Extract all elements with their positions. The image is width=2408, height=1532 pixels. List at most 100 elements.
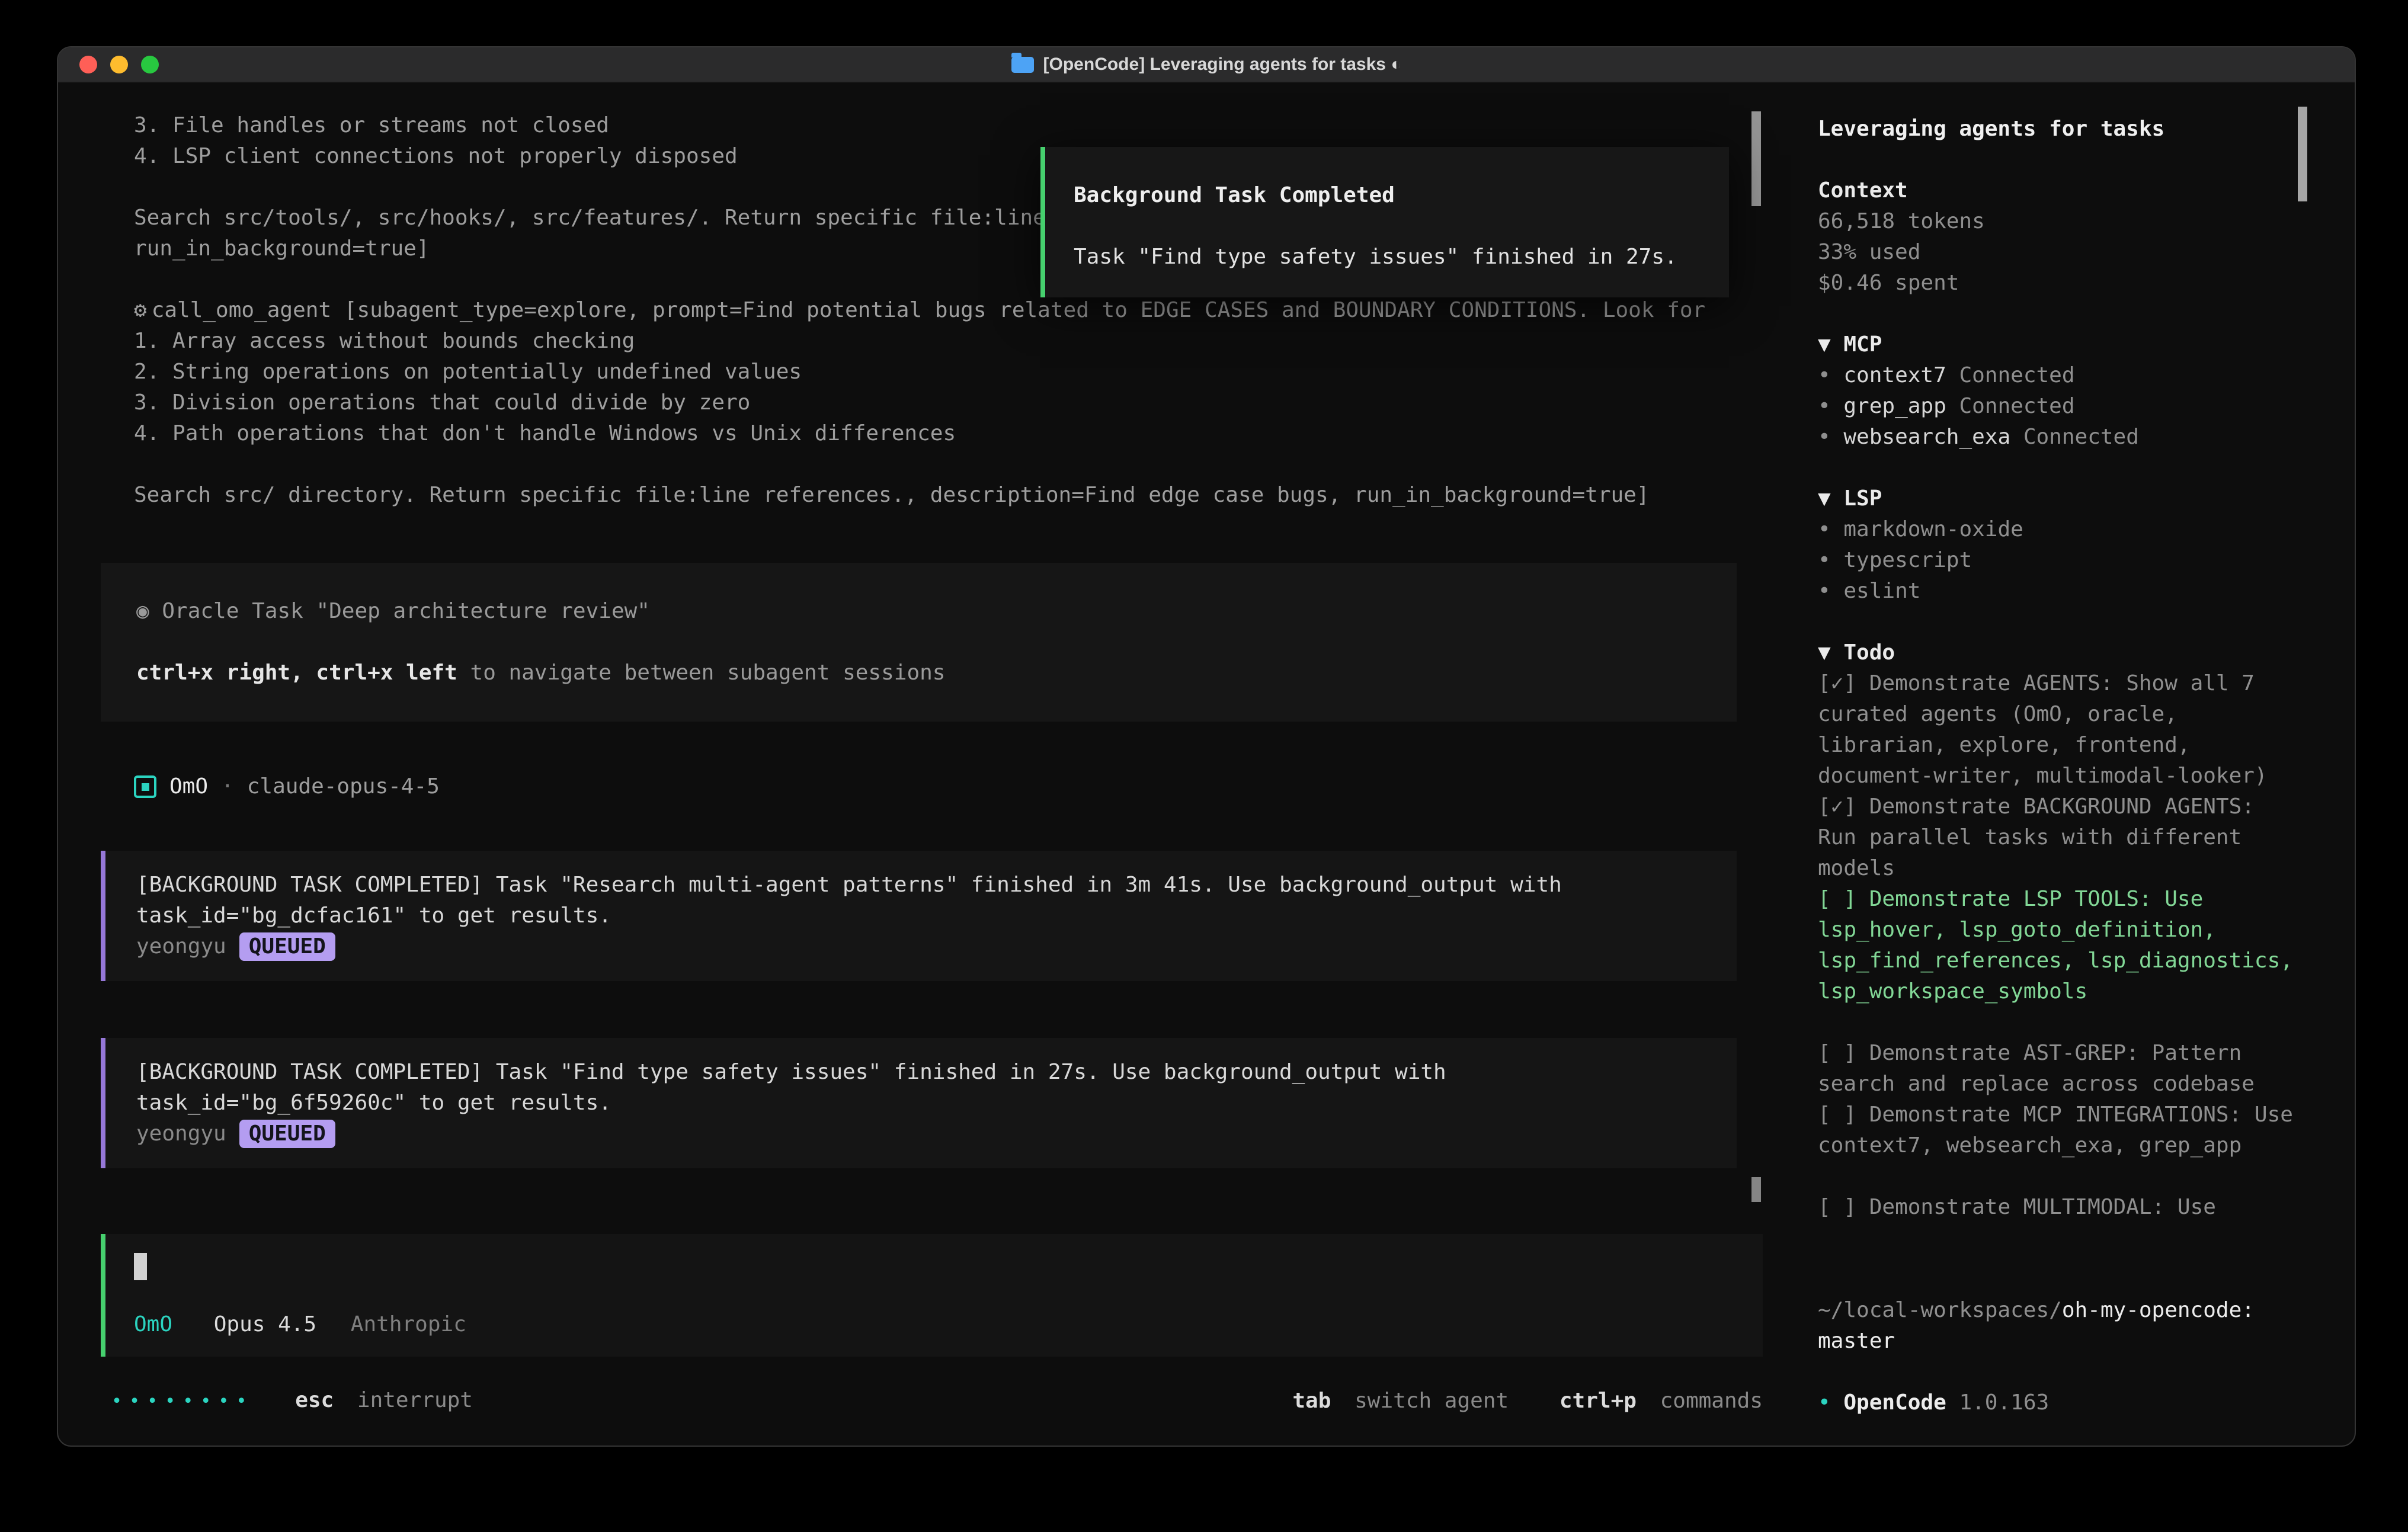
todo-checkbox: [ ] [1818,1102,1856,1127]
lsp-server-name: typescript [1843,548,1972,572]
tool-call-details: 1. Array access without bounds checking2… [101,326,1737,449]
tool-call-detail-line: 2. String operations on potentially unde… [134,357,1737,387]
context-heading: Context [1818,175,2299,206]
context-spent: $0.46 spent [1818,268,2299,299]
agent-name: OmO [169,771,208,802]
separator-dot: · [221,771,234,802]
model-provider-label: Anthropic [351,1312,466,1337]
folder-icon [1011,57,1034,73]
lsp-server-item: • typescript [1818,545,2299,576]
navigation-shortcut-keys: ctrl+x right, ctrl+x left [136,661,457,685]
status-bar: •••••••• esc interrupt tab switch agent … [58,1357,1795,1446]
workspace-repo-name: oh-my-opencode: [2062,1298,2255,1322]
todo-section-heading[interactable]: ▼ Todo [1818,637,2299,668]
lsp-list: • markdown-oxide• typescript• eslint [1818,514,2299,607]
blank-line [134,449,1737,480]
lsp-server-item: • eslint [1818,576,2299,607]
background-task-message[interactable]: [BACKGROUND TASK COMPLETED] Task "Resear… [101,851,1737,981]
message-meta-row: yeongyu QUEUED [136,1118,1713,1149]
todo-text: Demonstrate AGENTS: Show all 7 curated a… [1818,671,2268,788]
tool-call-summary-line: ⚙call_omo_agent [subagent_type=explore, … [134,295,1737,326]
window-titlebar[interactable]: [OpenCode] Leveraging agents for tasks ◐ [58,47,2355,83]
todo-list: [✓] Demonstrate AGENTS: Show all 7 curat… [1818,668,2299,1223]
mcp-list: • context7 Connected• grep_app Connected… [1818,360,2299,453]
blank-line [1818,145,2299,175]
opencode-terminal-window: [OpenCode] Leveraging agents for tasks ◐… [57,46,2356,1447]
window-controls [79,56,159,73]
app-version-line: • OpenCode 1.0.163 [1818,1387,2299,1418]
scrollbar-thumb-bottom[interactable] [1751,1177,1761,1202]
todo-checkbox: [ ] [1818,1041,1856,1065]
agent-checkbox-fill [142,783,149,791]
lsp-server-item: • markdown-oxide [1818,514,2299,545]
todo-text: Demonstrate LSP TOOLS: Use lsp_hover, ls… [1818,887,2293,1004]
agent-checkbox-icon [134,775,156,798]
blank-line [136,627,1713,658]
app-version: 1.0.163 [1959,1390,2049,1415]
blank-line [1818,299,2299,329]
navigation-hint-line: ctrl+x right, ctrl+x left to navigate be… [136,658,1713,688]
tool-call-summary: call_omo_agent [subagent_type=explore, p… [152,298,1706,322]
oracle-task-panel[interactable]: ◉ Oracle Task "Deep architecture review"… [101,563,1737,722]
ctrl-p-key-label: commands [1660,1389,1763,1413]
bullet-icon: • [1818,394,1831,418]
conversation-scrollbar[interactable] [1751,83,1761,1223]
message-meta-row: yeongyuQUEUED [136,931,1713,962]
gear-icon: ⚙ [134,298,147,322]
esc-key-label: interrupt [357,1388,473,1412]
tab-key-label: switch agent [1354,1389,1509,1413]
message-text-line: task_id="bg_6f59260c" to get results. [136,1088,1713,1118]
close-window-button[interactable] [79,56,97,73]
status-bar-right: tab switch agent ctrl+p commands [1292,1386,1763,1416]
message-author: yeongyu [136,1118,226,1149]
oracle-task-title-line: ◉ Oracle Task "Deep architecture review" [136,596,1713,627]
sidebar-scrollbar[interactable] [2298,107,2307,201]
tool-call-detail-line: 3. Division operations that could divide… [134,387,1737,418]
bullet-icon: • [1818,517,1831,541]
zoom-window-button[interactable] [141,56,159,73]
window-title: [OpenCode] Leveraging agents for tasks ◐ [1011,55,1402,75]
lsp-server-name: eslint [1843,579,1920,603]
tool-call-block: ⚙call_omo_agent [subagent_type=explore, … [101,295,1737,511]
blank-line [1074,211,1717,242]
mcp-server-name: grep_app [1843,394,1946,418]
input-line[interactable] [134,1253,1734,1284]
model-info-row: OmO Opus 4.5 Anthropic [134,1309,1734,1340]
conversation-scroll-area[interactable]: 3. File handles or streams not closed4. … [58,83,1795,1223]
todo-item: [ ] Demonstrate LSP TOOLS: Use lsp_hover… [1818,884,2299,1007]
activity-spinner: •••••••• [111,1391,254,1412]
conversation-pane: 3. File handles or streams not closed4. … [58,83,1795,1446]
status-bar-left: •••••••• esc interrupt [111,1385,473,1417]
workspace-path-prefix: ~/local-workspaces/ [1818,1298,2062,1322]
bullet-icon: • [1818,425,1831,449]
lsp-section-heading[interactable]: ▼ LSP [1818,483,2299,514]
app-name: OpenCode [1843,1390,1946,1415]
todo-text: Demonstrate AST-GREP: Pattern search and… [1818,1041,2255,1096]
tool-call-detail-line: 4. Path operations that don't handle Win… [134,418,1737,449]
bullet-icon: • [1818,579,1831,603]
agent-model: claude-opus-4-5 [247,771,440,802]
notification-body: Task "Find type safety issues" finished … [1074,242,1717,273]
mcp-section-heading[interactable]: ▼ MCP [1818,329,2299,360]
queued-badge: QUEUED [239,1120,335,1148]
todo-item: [✓] Demonstrate BACKGROUND AGENTS: Run p… [1818,791,2299,884]
active-model-label: Opus 4.5 [214,1312,316,1337]
background-task-notification[interactable]: Background Task Completed Task "Find typ… [1040,147,1729,297]
esc-key-hint: esc [295,1388,334,1412]
todo-text: Demonstrate BACKGROUND AGENTS: Run paral… [1818,794,2255,880]
session-title: Leveraging agents for tasks [1818,114,2299,145]
mcp-server-item: • grep_app Connected [1818,391,2299,422]
mcp-server-status: Connected [2023,425,2139,449]
prompt-input[interactable]: OmO Opus 4.5 Anthropic [101,1234,1763,1357]
blank-line [1818,1357,2299,1387]
message-list: [BACKGROUND TASK COMPLETED] Task "Resear… [101,851,1737,1168]
mcp-server-item: • context7 Connected [1818,360,2299,391]
mcp-server-name: context7 [1843,363,1946,387]
background-task-message[interactable]: [BACKGROUND TASK COMPLETED] Task "Find t… [101,1038,1737,1168]
todo-item: [ ] Demonstrate MCP INTEGRATIONS: Use co… [1818,1100,2299,1161]
todo-item: [ ] Demonstrate AST-GREP: Pattern search… [1818,1038,2299,1100]
scrollbar-thumb-top[interactable] [1751,111,1761,206]
text-cursor [134,1253,147,1280]
minimize-window-button[interactable] [110,56,128,73]
window-title-text: [OpenCode] Leveraging agents for tasks ◐ [1043,55,1402,75]
